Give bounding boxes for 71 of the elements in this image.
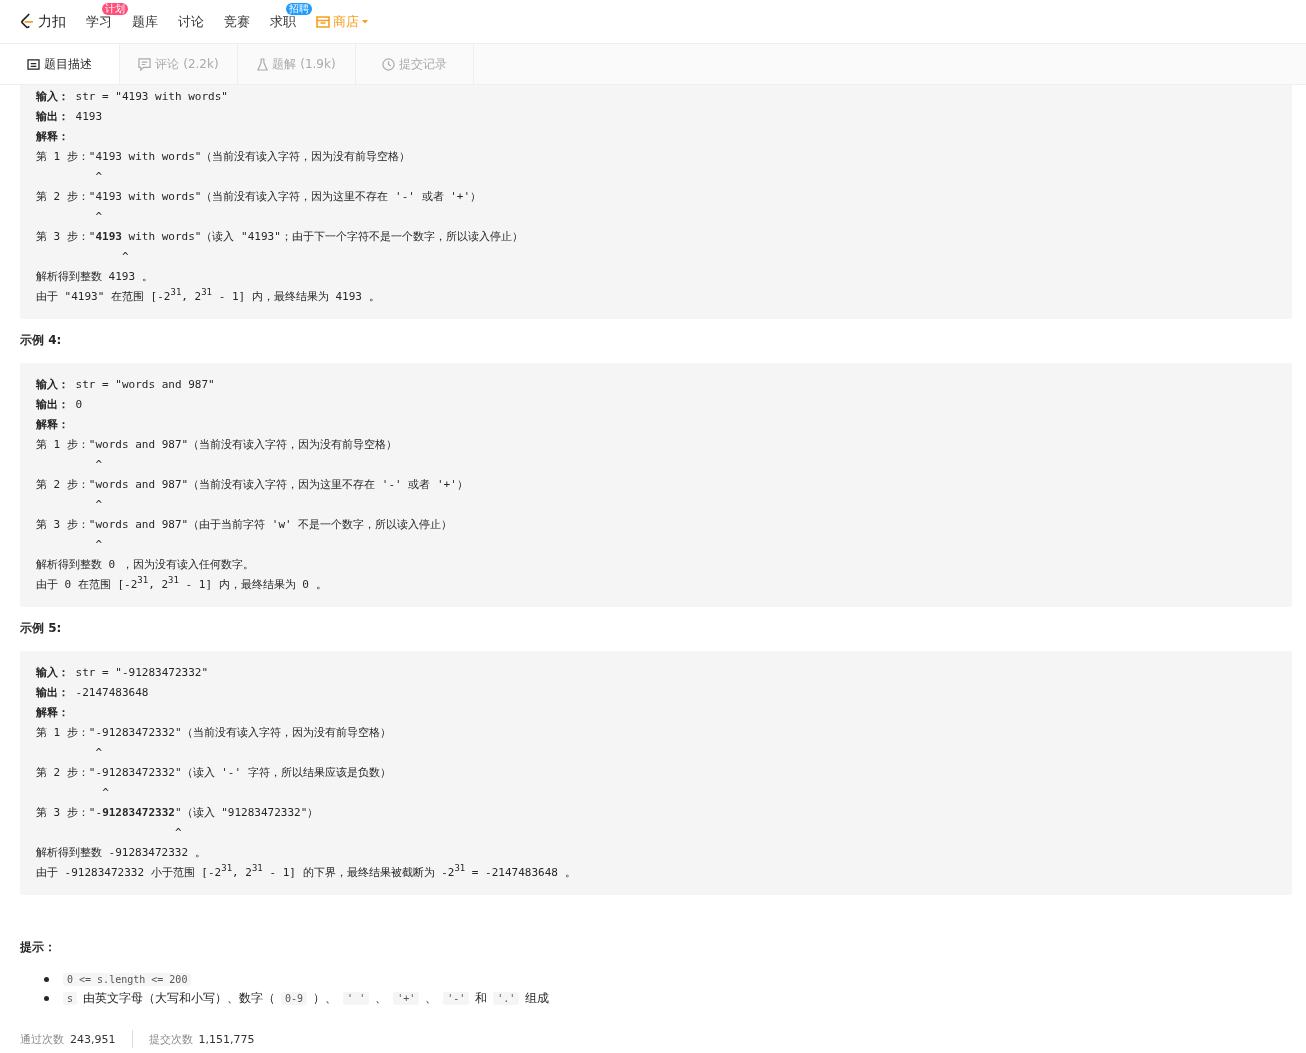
- hint-text: ）、: [313, 990, 338, 1007]
- code-line: ^: [94, 169, 104, 185]
- code-snippet: 0 <= s.length <= 200: [63, 973, 192, 986]
- code-line: 解析得到整数 0 ，因为没有读入任何数字。: [36, 557, 255, 573]
- stat-label: 提交次数: [148, 1031, 193, 1047]
- nav-link[interactable]: 学习: [86, 13, 112, 29]
- stat-value: 1,151,775: [198, 1032, 255, 1046]
- caret-icon: [362, 19, 368, 24]
- code-line: 由于 -91283472332 小于范围 [-2$^{31}$, 2$^{31}$ - 1] 的下界，最终结果被截断为 -2$^{31}$ = -2147483648 。: [36, 863, 577, 881]
- code-line: ^: [94, 497, 104, 513]
- code-line: 输入： str = "4193 with words": [36, 89, 229, 105]
- code-line: 解释：: [36, 417, 70, 433]
- nav-badge: 招聘: [286, 2, 312, 15]
- nav-link[interactable]: 竞赛: [224, 13, 250, 29]
- code-line: ^: [121, 249, 130, 265]
- example-heading: 示例 4:: [20, 332, 63, 349]
- code-line: 第 3 步："-91283472332"（读入 "91283472332"）: [36, 805, 320, 821]
- nav-link[interactable]: 题库: [132, 13, 158, 29]
- code-snippet: '+': [393, 992, 420, 1005]
- code-line: ^: [101, 785, 110, 801]
- code-snippet: s: [63, 992, 78, 1005]
- code-snippet: '-': [443, 992, 470, 1005]
- code-line: ^: [94, 209, 104, 225]
- stat-value: 243,951: [70, 1032, 116, 1046]
- code-line: ^: [94, 537, 104, 553]
- nav-link[interactable]: 讨论: [178, 13, 204, 29]
- code-line: 由于 0 在范围 [-2$^{31}$, 2$^{31}$ - 1] 内，最终结果为 0 。: [36, 575, 328, 593]
- hints-heading: 提示：: [20, 939, 57, 956]
- code-line: 第 3 步："words and 987"（由于当前字符 'w' 不是一个数字，所以读入停止）: [36, 517, 454, 533]
- code-line: 第 1 步："words and 987"（当前没有读入字符，因为没有前导空格）: [36, 437, 399, 453]
- code-line: 第 2 步："words and 987"（当前没有读入字符，因为这里不存在 '-' 或者 '+'）: [36, 477, 469, 493]
- code-line: 解析得到整数 4193 。: [36, 269, 154, 285]
- bullet-icon: [44, 996, 49, 1001]
- code-line: ^: [174, 825, 183, 841]
- code-line: 输出： 0: [36, 397, 84, 413]
- logo-text[interactable]: 力扣: [38, 12, 66, 31]
- code-line: 由于 "4193" 在范围 [-2$^{31}$, 2$^{31}$ - 1] 内，最终结果为 4193 。: [36, 287, 381, 305]
- example-heading: 示例 5:: [20, 620, 63, 637]
- hint-text: 由英文字母（大写和小写）、数字（: [83, 990, 276, 1007]
- hint-text: 、: [375, 990, 388, 1007]
- code-line: 解析得到整数 -91283472332 。: [36, 845, 207, 861]
- code-line: 第 2 步："4193 with words"（当前没有读入字符，因为这里不存在 '-' 或者 '+'）: [36, 189, 483, 205]
- bullet-icon: [44, 977, 49, 982]
- logo-icon[interactable]: [20, 13, 34, 30]
- code-line: 解释：: [36, 705, 70, 721]
- comment-icon: [138, 57, 152, 71]
- code-line: 第 1 步："4193 with words"（当前没有读入字符，因为没有前导空格）: [36, 149, 412, 165]
- code-line: 输出： 4193: [36, 109, 104, 125]
- code-snippet: '.': [493, 992, 520, 1005]
- tab[interactable]: 题目描述: [0, 44, 120, 84]
- clock-icon: [382, 57, 395, 71]
- code-line: 解释：: [36, 129, 70, 145]
- code-line: 第 2 步："-91283472332"（读入 '-' 字符，所以结果应该是负数）: [36, 765, 392, 781]
- stat-label: 通过次数: [20, 1031, 64, 1047]
- hint-text: 和: [475, 990, 488, 1007]
- hint-text: 、: [425, 990, 438, 1007]
- nav-badge: 计划: [102, 2, 128, 15]
- description-icon: [27, 58, 40, 70]
- code-snippet: ' ': [343, 992, 370, 1005]
- code-line: 输出： -2147483648: [36, 685, 150, 701]
- code-line: 输入： str = "-91283472332": [36, 665, 210, 681]
- code-snippet: 0-9: [281, 992, 308, 1005]
- code-line: ^: [94, 745, 104, 761]
- hint-text: 组成: [525, 990, 550, 1007]
- code-line: ^: [94, 457, 104, 473]
- code-line: 第 3 步："4193 with words"（读入 "4193"；由于下一个字符不是一个数字，所以读入停止）: [36, 229, 524, 245]
- store-icon: [316, 15, 330, 28]
- flask-icon: [257, 57, 269, 71]
- code-line: 第 1 步："-91283472332"（当前没有读入字符，因为没有前导空格）: [36, 725, 392, 741]
- code-line: 输入： str = "words and 987": [36, 377, 216, 393]
- nav-link[interactable]: 求职: [270, 13, 296, 29]
